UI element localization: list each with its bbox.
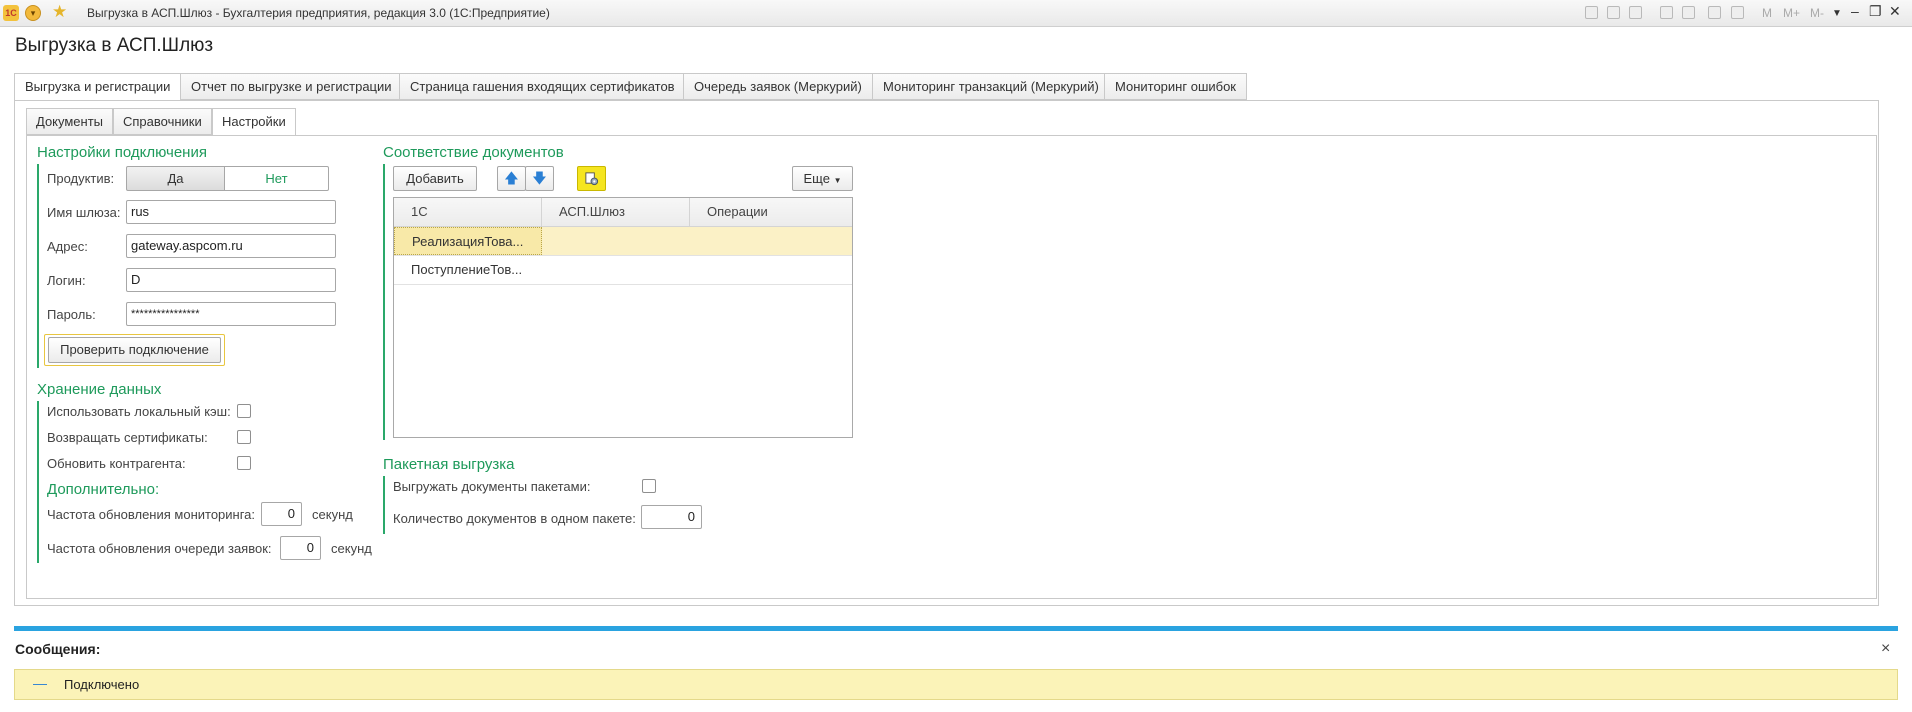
move-up-icon[interactable]: 🡅 (497, 166, 526, 191)
table-cell[interactable] (542, 227, 690, 255)
table-cell[interactable]: ПоступлениеТов... (394, 256, 542, 284)
dropdown-arrow-icon[interactable]: ▼ (1832, 8, 1842, 19)
update-contractor-checkbox[interactable] (237, 456, 251, 470)
batch-upload-title: Пакетная выгрузка (383, 456, 515, 473)
message-dash-icon: — (33, 675, 47, 691)
group-bar (383, 164, 385, 440)
column-header-1c[interactable]: 1С (394, 198, 542, 227)
batch-upload-label: Выгружать документы пакетами: (393, 479, 591, 494)
copy-icon[interactable] (1682, 6, 1695, 19)
messages-divider[interactable] (14, 626, 1898, 631)
group-bar (37, 401, 39, 563)
login-label: Логин: (47, 273, 86, 288)
memory-m-button[interactable]: M (1762, 6, 1772, 20)
star-icon[interactable]: ★ (52, 2, 67, 22)
message-item[interactable]: — Подключено (14, 669, 1898, 700)
move-down-icon[interactable]: 🡇 (525, 166, 554, 191)
productive-no-button[interactable]: Нет (224, 166, 329, 191)
minimize-icon[interactable]: – (1851, 3, 1859, 19)
update-contractor-label: Обновить контрагента: (47, 456, 186, 471)
app-logo: 1С (3, 5, 19, 21)
return-certificates-label: Возвращать сертификаты: (47, 430, 208, 445)
tab-error-monitoring[interactable]: Мониторинг ошибок (1104, 73, 1247, 100)
group-bar (383, 476, 385, 534)
address-input[interactable]: gateway.aspcom.ru (126, 234, 336, 258)
connection-settings-title: Настройки подключения (37, 144, 207, 161)
password-label: Пароль: (47, 307, 96, 322)
tab-upload-registration[interactable]: Выгрузка и регистрации (14, 73, 182, 101)
productive-label: Продуктив: (47, 171, 115, 186)
document-mapping-table[interactable]: 1С АСП.Шлюз Операции РеализацияТова... П… (393, 197, 853, 438)
password-input[interactable]: **************** (126, 302, 336, 326)
close-icon[interactable]: ✕ (1889, 3, 1901, 20)
queue-frequency-unit: секунд (331, 541, 372, 556)
tab-upload-report[interactable]: Отчет по выгрузке и регистрации (180, 73, 403, 100)
settings-gear-icon[interactable] (577, 166, 606, 191)
monitor-frequency-unit: секунд (312, 507, 353, 522)
table-cell[interactable] (542, 256, 690, 284)
monitor-frequency-input[interactable]: 0 (261, 502, 302, 526)
productive-yes-button[interactable]: Да (126, 166, 225, 191)
table-cell[interactable] (690, 227, 852, 255)
table-cell[interactable]: РеализацияТова... (394, 227, 542, 255)
column-header-asp-gateway[interactable]: АСП.Шлюз (542, 198, 690, 227)
address-label: Адрес: (47, 239, 88, 254)
chevron-down-icon: ▼ (833, 176, 842, 185)
queue-frequency-input[interactable]: 0 (280, 536, 321, 560)
memory-minus-button[interactable]: M- (1810, 6, 1824, 20)
add-button[interactable]: Добавить (393, 166, 477, 191)
subtab-documents[interactable]: Документы (26, 108, 114, 135)
table-cell[interactable] (690, 256, 852, 284)
print-icon[interactable] (1607, 6, 1620, 19)
local-cache-label: Использовать локальный кэш: (47, 404, 231, 419)
data-storage-title: Хранение данных (37, 381, 162, 398)
additional-title: Дополнительно: (47, 481, 160, 498)
page-title: Выгрузка в АСП.Шлюз (15, 35, 214, 56)
subtab-references[interactable]: Справочники (113, 108, 212, 135)
memory-plus-button[interactable]: M+ (1783, 6, 1800, 20)
restore-icon[interactable]: ❐ (1869, 3, 1882, 20)
calendar-icon[interactable] (1731, 6, 1744, 19)
batch-upload-checkbox[interactable] (642, 479, 656, 493)
column-header-operations[interactable]: Операции (690, 198, 852, 227)
group-bar (37, 164, 39, 368)
preview-icon[interactable] (1629, 6, 1642, 19)
app-menu-icon[interactable]: ▾ (25, 5, 41, 21)
window-titlebar: 1С ▾ ★ Выгрузка в АСП.Шлюз - Бухгалтерия… (0, 0, 1912, 27)
message-text: Подключено (64, 677, 140, 692)
more-label: Еще (803, 171, 830, 186)
export-icon[interactable] (1660, 6, 1673, 19)
document-mapping-title: Соответствие документов (383, 144, 564, 161)
save-icon[interactable] (1585, 6, 1598, 19)
messages-close-icon[interactable]: × (1881, 640, 1890, 658)
monitor-frequency-label: Частота обновления мониторинга: (47, 507, 256, 522)
tab-certificate-redemption[interactable]: Страница гашения входящих сертификатов (399, 73, 686, 100)
gear-icon (585, 172, 599, 186)
more-button[interactable]: Еще ▼ (792, 166, 853, 191)
tab-transaction-monitoring[interactable]: Мониторинг транзакций (Меркурий) (872, 73, 1110, 100)
batch-count-input[interactable]: 0 (641, 505, 702, 529)
messages-title: Сообщения: (15, 641, 101, 657)
local-cache-checkbox[interactable] (237, 404, 251, 418)
login-input[interactable]: D (126, 268, 336, 292)
tab-request-queue[interactable]: Очередь заявок (Меркурий) (683, 73, 873, 100)
window-title: Выгрузка в АСП.Шлюз - Бухгалтерия предпр… (87, 6, 550, 20)
calculator-icon[interactable] (1708, 6, 1721, 19)
table-row[interactable]: РеализацияТова... (394, 227, 852, 256)
check-connection-button[interactable]: Проверить подключение (48, 337, 221, 363)
return-certificates-checkbox[interactable] (237, 430, 251, 444)
subtab-settings[interactable]: Настройки (212, 108, 296, 136)
table-row[interactable]: ПоступлениеТов... (394, 256, 852, 285)
queue-frequency-label: Частота обновления очереди заявок: (47, 541, 272, 556)
gateway-label: Имя шлюза: (47, 205, 121, 220)
batch-count-label: Количество документов в одном пакете: (393, 511, 636, 526)
gateway-input[interactable]: rus (126, 200, 336, 224)
